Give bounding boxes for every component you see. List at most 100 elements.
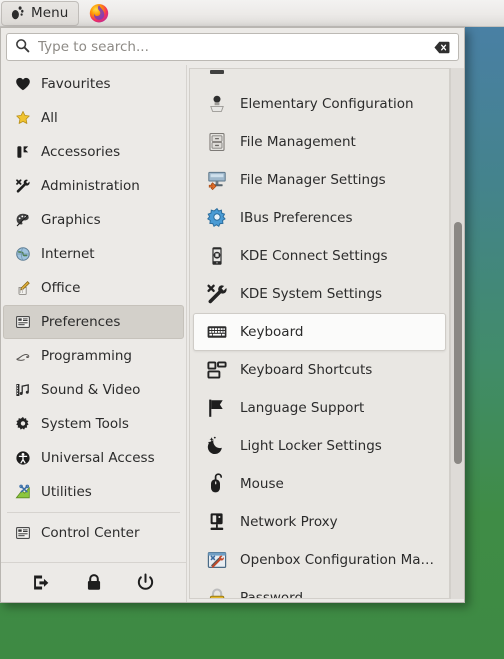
list-item-keyboard-shortcuts[interactable]: Keyboard Shortcuts xyxy=(193,351,446,389)
sidebar-item-utilities[interactable]: Utilities xyxy=(3,475,184,509)
sidebar-item-programming[interactable]: Programming xyxy=(3,339,184,373)
globe-icon xyxy=(14,245,32,263)
list-item[interactable] xyxy=(193,69,446,85)
flag-icon xyxy=(206,397,228,419)
openbox-config-icon xyxy=(206,549,228,571)
office-icon xyxy=(14,279,32,297)
session-button-bar xyxy=(1,562,186,602)
network-proxy-icon xyxy=(206,511,228,533)
sidebar-item-preferences[interactable]: Preferences xyxy=(3,305,184,339)
application-list[interactable]: Elementary Configuration File Management… xyxy=(189,68,450,599)
backspace-clear-icon[interactable] xyxy=(434,41,450,54)
sidebar-item-label: Office xyxy=(41,280,81,296)
accessibility-icon xyxy=(14,449,32,467)
list-item-label: Language Support xyxy=(240,400,365,416)
list-item-label: IBus Preferences xyxy=(240,210,353,226)
list-item-label: Network Proxy xyxy=(240,514,338,530)
log-out-button[interactable] xyxy=(31,572,53,594)
tools-icon xyxy=(14,177,32,195)
sidebar-item-office[interactable]: Office xyxy=(3,271,184,305)
preferences-icon xyxy=(14,524,32,542)
sidebar-item-favourites[interactable]: Favourites xyxy=(3,67,184,101)
list-item-ibus-preferences[interactable]: IBus Preferences xyxy=(193,199,446,237)
list-item-label: Password xyxy=(240,590,304,599)
search-icon xyxy=(15,38,30,57)
keyboard-icon xyxy=(206,321,228,343)
list-item-label: Keyboard xyxy=(240,324,304,340)
sidebar-item-label: Programming xyxy=(41,348,132,364)
sidebar-item-label: Accessories xyxy=(41,144,121,160)
firefox-launcher[interactable] xyxy=(88,2,110,24)
lock-button[interactable] xyxy=(83,572,105,594)
sidebar-item-label: Preferences xyxy=(41,314,121,330)
list-item-elementary-configuration[interactable]: Elementary Configuration xyxy=(193,85,446,123)
multimedia-icon xyxy=(14,381,32,399)
shutdown-button[interactable] xyxy=(135,572,157,594)
applist-scrollbar[interactable] xyxy=(450,68,464,599)
palette-icon xyxy=(14,211,32,229)
search-row xyxy=(1,28,464,65)
list-item-label: Elementary Configuration xyxy=(240,96,414,112)
sidebar-item-label: All xyxy=(41,110,58,126)
list-item-label: File Manager Settings xyxy=(240,172,386,188)
list-item-file-manager-settings[interactable]: File Manager Settings xyxy=(193,161,446,199)
sidebar-item-label: Utilities xyxy=(41,484,92,500)
list-item-file-management[interactable]: File Management xyxy=(193,123,446,161)
list-item-password[interactable]: Password xyxy=(193,579,446,599)
search-input[interactable] xyxy=(30,39,434,55)
programming-icon xyxy=(14,347,32,365)
sidebar-item-accessories[interactable]: Accessories xyxy=(3,135,184,169)
menu-body: Favourites All Accessories Administratio… xyxy=(1,65,464,602)
list-item-label: Light Locker Settings xyxy=(240,438,382,454)
list-item-label: KDE System Settings xyxy=(240,286,383,302)
list-item-kde-system-settings[interactable]: KDE System Settings xyxy=(193,275,446,313)
mouse-icon xyxy=(206,473,228,495)
sidebar-item-control-center[interactable]: Control Center xyxy=(3,516,184,550)
sidebar-item-system-tools[interactable]: System Tools xyxy=(3,407,184,441)
list-item-kde-connect-settings[interactable]: KDE Connect Settings xyxy=(193,237,446,275)
gear-icon xyxy=(14,415,32,433)
shortcuts-icon xyxy=(206,359,228,381)
list-item-label: File Management xyxy=(240,134,356,150)
cut-off-icon xyxy=(206,69,228,77)
heart-icon xyxy=(14,75,32,93)
sidebar-item-administration[interactable]: Administration xyxy=(3,169,184,203)
list-item-label: Mouse xyxy=(240,476,284,492)
list-item-mouse[interactable]: Mouse xyxy=(193,465,446,503)
sidebar-item-label: Favourites xyxy=(41,76,111,92)
application-menu-window: Favourites All Accessories xyxy=(0,27,465,603)
utilities-icon xyxy=(14,483,32,501)
sidebar-item-label: Universal Access xyxy=(41,450,155,466)
sidebar-item-all[interactable]: All xyxy=(3,101,184,135)
list-item-keyboard[interactable]: Keyboard xyxy=(193,313,446,351)
sidebar-item-sound-video[interactable]: Sound & Video xyxy=(3,373,184,407)
sidebar-item-label: Graphics xyxy=(41,212,101,228)
file-manager-prefs-icon xyxy=(206,169,228,191)
sidebar-item-label: System Tools xyxy=(41,416,129,432)
scrollbar-thumb[interactable] xyxy=(454,222,462,464)
application-list-panel: Elementary Configuration File Management… xyxy=(187,65,464,602)
list-item-label: Keyboard Shortcuts xyxy=(240,362,373,378)
sidebar-item-internet[interactable]: Internet xyxy=(3,237,184,271)
menu-button[interactable]: Menu xyxy=(1,0,80,26)
list-item-light-locker-settings[interactable]: Light Locker Settings xyxy=(193,427,446,465)
preferences-icon xyxy=(14,313,32,331)
search-box[interactable] xyxy=(6,33,459,61)
file-cabinet-icon xyxy=(206,131,228,153)
sidebar-item-universal-access[interactable]: Universal Access xyxy=(3,441,184,475)
taskbar: Menu xyxy=(0,0,504,27)
sidebar-item-label: Internet xyxy=(41,246,95,262)
elementary-config-icon xyxy=(206,93,228,115)
sidebar-item-graphics[interactable]: Graphics xyxy=(3,203,184,237)
accessories-icon xyxy=(14,143,32,161)
list-item-network-proxy[interactable]: Network Proxy xyxy=(193,503,446,541)
list-item-language-support[interactable]: Language Support xyxy=(193,389,446,427)
sidebar-item-label: Sound & Video xyxy=(41,382,141,398)
category-sidebar: Favourites All Accessories Administratio… xyxy=(1,65,187,602)
star-icon xyxy=(14,109,32,127)
list-item-label: Openbox Configuration Ma… xyxy=(240,552,435,568)
ibus-gear-icon xyxy=(206,207,228,229)
moon-stars-icon xyxy=(206,435,228,457)
list-item-openbox-configuration-manager[interactable]: Openbox Configuration Ma… xyxy=(193,541,446,579)
